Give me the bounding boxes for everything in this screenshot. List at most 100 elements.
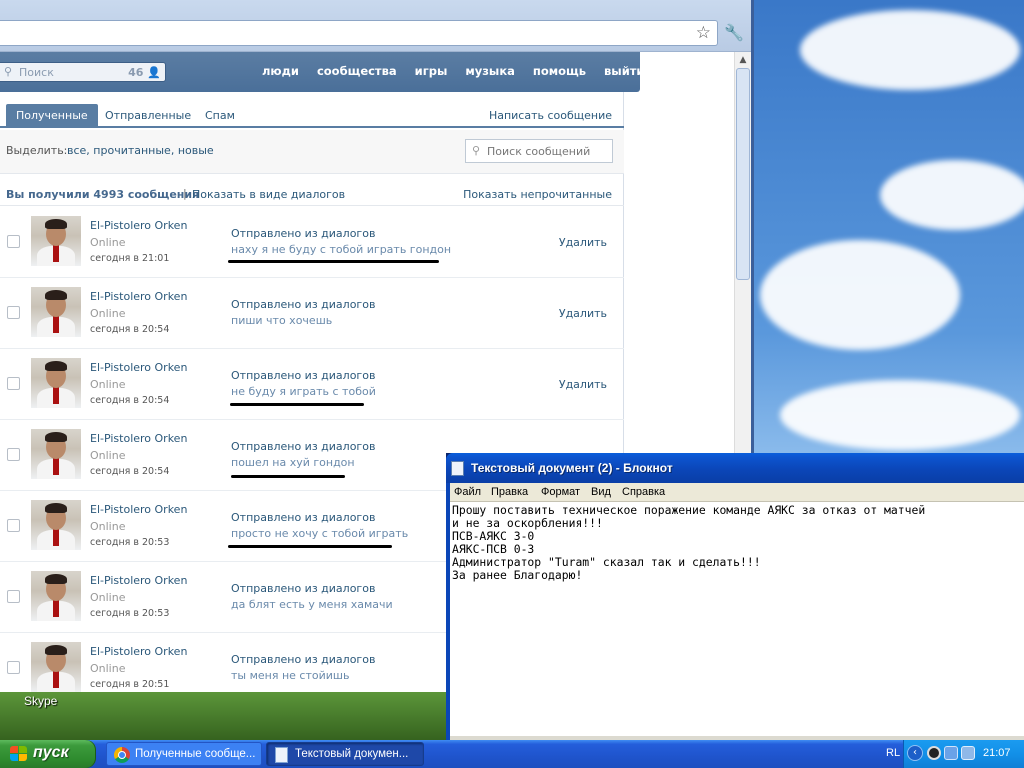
nav-logout[interactable]: выйти	[604, 64, 644, 78]
message-preview[interactable]: не буду я играть с тобой	[231, 385, 376, 398]
wrench-icon[interactable]: 🔧	[723, 22, 745, 44]
notepad-icon	[275, 747, 288, 763]
show-unread-link[interactable]: Показать непрочитанные	[463, 188, 612, 201]
scrollbar-thumb[interactable]	[736, 68, 750, 280]
cloud	[780, 380, 1020, 450]
menu-help[interactable]: Справка	[622, 486, 665, 498]
clock[interactable]: 21:07	[983, 747, 1011, 759]
message-row[interactable]: El-Pistolero Orken Online сегодня в 20:5…	[0, 349, 624, 420]
address-bar[interactable]: ☆	[0, 20, 718, 46]
network-icon[interactable]	[944, 746, 958, 760]
message-preview[interactable]: пиши что хочешь	[231, 314, 332, 327]
write-message-link[interactable]: Написать сообщение	[489, 109, 612, 122]
select-options[interactable]: все, прочитанные, новые	[67, 144, 214, 157]
windows-flag-icon	[10, 746, 28, 762]
vk-nav: люди сообщества игры музыка помощь выйти	[262, 64, 663, 78]
message-checkbox[interactable]	[7, 448, 20, 461]
filter-bar: Выделить: все, прочитанные, новые ⚲ Поис…	[0, 130, 624, 174]
search-icon: ⚲	[4, 65, 13, 78]
sender-name[interactable]: El-Pistolero Orken	[90, 645, 187, 658]
notepad-icon	[451, 461, 464, 476]
underline-mark	[231, 475, 345, 478]
message-preview[interactable]: просто не хочу с тобой играть	[231, 527, 408, 540]
show-as-dialogs-link[interactable]: Показать в виде диалогов	[192, 188, 345, 201]
tray-expand-icon[interactable]: ‹	[907, 745, 923, 761]
nav-communities[interactable]: сообщества	[317, 64, 397, 78]
avatar[interactable]	[31, 358, 81, 408]
system-tray: ‹ 21:07	[903, 740, 1024, 768]
avatar[interactable]	[31, 429, 81, 479]
received-count: Вы получили 4993 сообщения	[6, 188, 200, 201]
avatar[interactable]	[31, 500, 81, 550]
nav-people[interactable]: люди	[262, 64, 299, 78]
sender-name[interactable]: El-Pistolero Orken	[90, 503, 187, 516]
message-subject[interactable]: Отправлено из диалогов	[231, 227, 375, 240]
message-time: сегодня в 20:51	[90, 679, 170, 690]
sender-name[interactable]: El-Pistolero Orken	[90, 361, 187, 374]
message-time: сегодня в 20:54	[90, 324, 170, 335]
sender-name[interactable]: El-Pistolero Orken	[90, 574, 187, 587]
delete-link[interactable]: Удалить	[559, 307, 607, 320]
message-subject[interactable]: Отправлено из диалогов	[231, 511, 375, 524]
menu-edit[interactable]: Правка	[491, 486, 528, 498]
start-button[interactable]: пуск	[0, 740, 96, 768]
message-subject[interactable]: Отправлено из диалогов	[231, 582, 375, 595]
message-row[interactable]: El-Pistolero Orken Online сегодня в 20:5…	[0, 278, 624, 349]
menu-format[interactable]: Формат	[541, 486, 580, 498]
avatar[interactable]	[31, 571, 81, 621]
avatar[interactable]	[31, 642, 81, 692]
tab-sent[interactable]: Отправленные	[95, 104, 201, 128]
nav-games[interactable]: игры	[415, 64, 448, 78]
tab-spam[interactable]: Спам	[195, 104, 245, 128]
message-preview[interactable]: пошел на хуй гондон	[231, 456, 355, 469]
taskbar-item-notepad[interactable]: Текстовый докумен...	[266, 742, 424, 766]
messages-tabs: Полученные Отправленные Спам Написать со…	[0, 102, 624, 128]
taskbar-item-browser[interactable]: Полученные сообще...	[106, 742, 262, 766]
message-checkbox[interactable]	[7, 590, 20, 603]
star-icon[interactable]: ☆	[696, 23, 711, 43]
select-label: Выделить:	[6, 144, 68, 157]
message-subject[interactable]: Отправлено из диалогов	[231, 440, 375, 453]
delete-link[interactable]: Удалить	[559, 236, 607, 249]
message-search-input[interactable]: ⚲ Поиск сообщений	[465, 139, 613, 163]
tab-received[interactable]: Полученные	[6, 104, 98, 128]
notepad-content[interactable]: Прошу поставить техническое поражение ко…	[452, 504, 925, 582]
nav-music[interactable]: музыка	[465, 64, 515, 78]
vk-search-input[interactable]: ⚲ Поиск 46 👤	[0, 62, 166, 82]
message-checkbox[interactable]	[7, 519, 20, 532]
browser-toolbar: ☆ 🔧	[0, 0, 754, 52]
delete-link[interactable]: Удалить	[559, 378, 607, 391]
message-preview[interactable]: наху я не буду с тобой играть гондон	[231, 243, 451, 256]
message-preview[interactable]: ты меня не стойишь	[231, 669, 349, 682]
scroll-up-arrow-icon[interactable]: ▲	[737, 54, 749, 66]
message-time: сегодня в 20:54	[90, 395, 170, 406]
nav-help[interactable]: помощь	[533, 64, 586, 78]
message-time: сегодня в 20:54	[90, 466, 170, 477]
message-checkbox[interactable]	[7, 235, 20, 248]
notepad-text-area[interactable]: Прошу поставить техническое поражение ко…	[450, 502, 1024, 736]
message-search-placeholder: Поиск сообщений	[487, 145, 591, 158]
message-subject[interactable]: Отправлено из диалогов	[231, 369, 375, 382]
sender-name[interactable]: El-Pistolero Orken	[90, 290, 187, 303]
message-subject[interactable]: Отправлено из диалогов	[231, 653, 375, 666]
menu-view[interactable]: Вид	[591, 486, 611, 498]
volume-icon[interactable]	[961, 746, 975, 760]
sender-name[interactable]: El-Pistolero Orken	[90, 219, 187, 232]
notepad-title: Текстовый документ (2) - Блокнот	[471, 461, 673, 475]
notepad-menubar: Файл Правка Формат Вид Справка	[450, 483, 1024, 502]
avatar[interactable]	[31, 287, 81, 337]
message-subject[interactable]: Отправлено из диалогов	[231, 298, 375, 311]
network-globe-icon[interactable]	[927, 746, 941, 760]
notepad-titlebar[interactable]: Текстовый документ (2) - Блокнот	[446, 453, 1024, 483]
message-preview[interactable]: да блят есть у меня хамачи	[231, 598, 393, 611]
sender-status: Online	[90, 378, 126, 391]
message-checkbox[interactable]	[7, 306, 20, 319]
sender-name[interactable]: El-Pistolero Orken	[90, 432, 187, 445]
message-checkbox[interactable]	[7, 661, 20, 674]
message-checkbox[interactable]	[7, 377, 20, 390]
desktop-icon-skype-label[interactable]: Skype	[24, 694, 57, 708]
message-row[interactable]: El-Pistolero Orken Online сегодня в 21:0…	[0, 207, 624, 278]
menu-file[interactable]: Файл	[454, 486, 481, 498]
avatar[interactable]	[31, 216, 81, 266]
language-indicator[interactable]: RL	[886, 747, 900, 759]
